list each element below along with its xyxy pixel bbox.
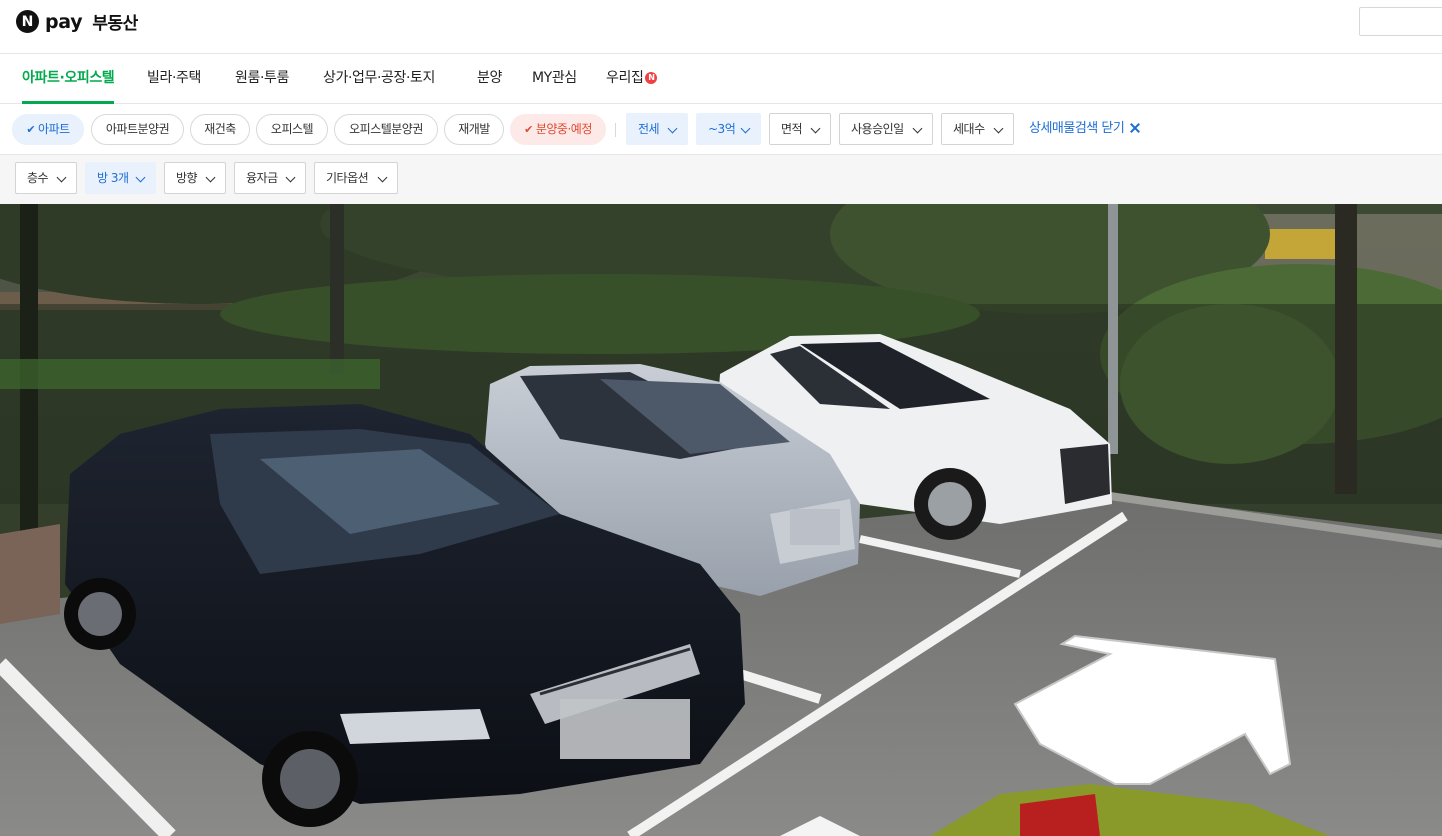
chip-officetel-presale-right[interactable]: 오피스텔분양권 xyxy=(334,114,438,145)
dropdown-area[interactable]: 면적 xyxy=(769,113,831,145)
dropdown-approval-date[interactable]: 사용승인일 xyxy=(839,113,933,145)
street-view-image xyxy=(0,204,1442,836)
chevron-down-icon xyxy=(993,123,1004,134)
chip-officetel[interactable]: 오피스텔 xyxy=(256,114,328,145)
dropdown-rooms[interactable]: 방 3개 xyxy=(85,162,156,194)
dropdown-other-options[interactable]: 기타옵션 xyxy=(314,162,398,194)
tab-apartment-officetel[interactable]: 아파트·오피스텔 xyxy=(22,54,115,104)
logo-pay-text: pay xyxy=(45,10,83,33)
chevron-down-icon xyxy=(810,123,821,134)
chevron-down-icon xyxy=(205,172,216,183)
chevron-down-icon xyxy=(285,172,296,183)
chevron-down-icon xyxy=(377,172,388,183)
chevron-down-icon xyxy=(135,172,146,183)
chip-apartment-presale-right[interactable]: 아파트분양권 xyxy=(91,114,184,145)
close-icon xyxy=(1130,123,1140,133)
dropdown-direction[interactable]: 방향 xyxy=(164,162,226,194)
chip-apartment[interactable]: ✔ 아파트 xyxy=(12,114,84,145)
street-view-panorama[interactable] xyxy=(0,204,1442,836)
chip-redevelopment[interactable]: 재개발 xyxy=(444,114,504,145)
tab-presale[interactable]: 분양 xyxy=(477,54,502,104)
header-search-input[interactable] xyxy=(1359,7,1442,36)
dropdown-deal-type[interactable]: 전세 xyxy=(626,113,688,145)
chevron-down-icon xyxy=(912,123,923,134)
detail-filter-bar: 층수 방 3개 방향 융자금 기타옵션 xyxy=(0,155,1442,204)
logo-service-name: 부동산 xyxy=(92,14,138,34)
tab-my-interest[interactable]: MY관심 xyxy=(532,54,577,104)
category-tabs: 아파트·오피스텔 빌라·주택 원룸·투룸 상가·업무·공장·토지 분양 MY관심… xyxy=(0,54,1442,104)
tab-villa-house[interactable]: 빌라·주택 xyxy=(147,54,201,104)
check-icon: ✔ xyxy=(524,123,533,136)
naver-n-logo-icon: N xyxy=(16,10,39,33)
tab-oneroom-tworoom[interactable]: 원룸·투룸 xyxy=(235,54,289,104)
dropdown-loan[interactable]: 융자금 xyxy=(234,162,306,194)
dropdown-floor[interactable]: 층수 xyxy=(15,162,77,194)
close-detail-search-button[interactable]: 상세매물검색 닫기 xyxy=(1029,113,1140,145)
divider xyxy=(615,123,616,137)
chip-reconstruction[interactable]: 재건축 xyxy=(190,114,250,145)
new-badge-icon: N xyxy=(645,72,658,84)
chip-presale-upcoming[interactable]: ✔ 분양중·예정 xyxy=(510,114,606,145)
dropdown-household-count[interactable]: 세대수 xyxy=(941,113,1014,145)
chevron-down-icon xyxy=(56,172,67,183)
naver-pay-realestate-logo[interactable]: N pay 부동산 xyxy=(16,9,138,34)
dropdown-price[interactable]: ~3억 xyxy=(696,113,761,145)
tab-my-home[interactable]: 우리집 N xyxy=(606,54,658,104)
chevron-down-icon xyxy=(667,123,678,134)
chevron-down-icon xyxy=(740,123,751,134)
tab-commercial-land[interactable]: 상가·업무·공장·토지 xyxy=(323,54,435,104)
top-header: N pay 부동산 xyxy=(0,0,1442,54)
property-filter-bar: ✔ 아파트 아파트분양권 재건축 오피스텔 오피스텔분양권 재개발 ✔ 분양중·예정… xyxy=(0,104,1442,155)
check-icon: ✔ xyxy=(26,123,36,136)
